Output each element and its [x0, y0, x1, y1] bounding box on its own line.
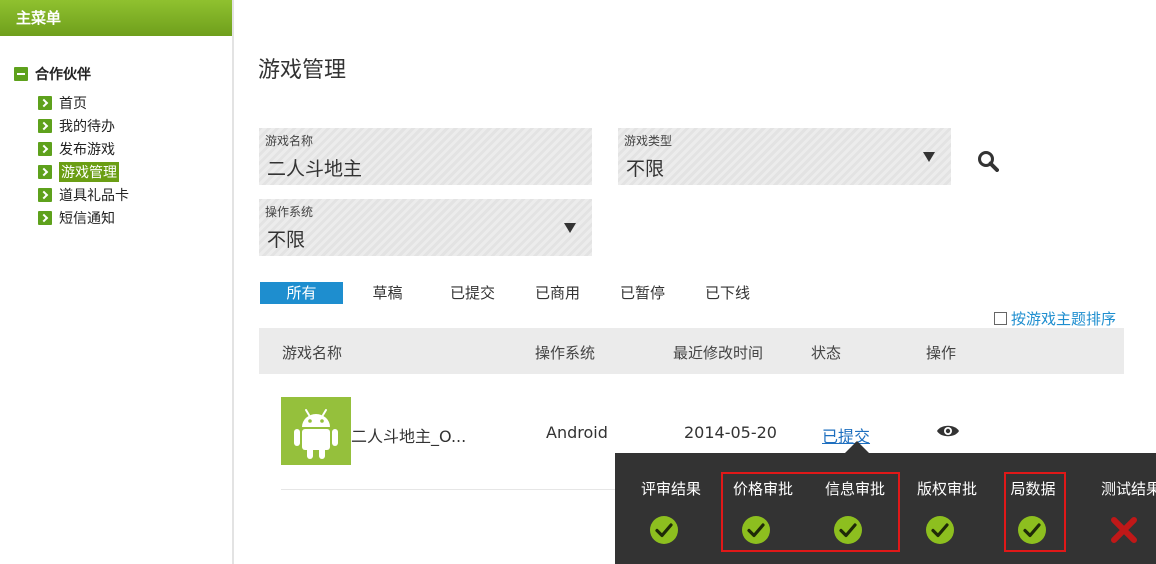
chevron-right-icon [38, 95, 52, 110]
chevron-right-icon [38, 118, 52, 133]
sidebar-item-label: 道具礼品卡 [59, 187, 129, 204]
sidebar-item-label: 我的待办 [59, 118, 115, 135]
os-cell: Android [546, 423, 608, 442]
sidebar-item-todo[interactable]: 我的待办 [38, 114, 129, 137]
field-value: 二人斗地主 [267, 158, 363, 180]
chevron-right-icon [38, 141, 52, 156]
highlight-box-data [1004, 472, 1066, 552]
check-icon [650, 516, 678, 544]
sidebar-item-sms[interactable]: 短信通知 [38, 206, 129, 229]
chevron-right-icon [38, 164, 52, 179]
review-status-popup: 评审结果 价格审批 信息审批 版权审批 局数据 测试结果 [615, 441, 1156, 564]
sidebar-group-partner[interactable]: 合作伙伴 [14, 64, 91, 84]
sidebar-item-gift-cards[interactable]: 道具礼品卡 [38, 183, 129, 206]
sidebar-item-label: 首页 [59, 95, 87, 112]
dropdown-arrow-icon [564, 223, 576, 233]
column-header-os: 操作系统 [535, 344, 596, 362]
search-icon[interactable] [977, 150, 999, 172]
chevron-right-icon [38, 187, 52, 202]
field-value: 不限 [267, 229, 306, 251]
tab-submitted[interactable]: 已提交 [430, 282, 515, 304]
column-header-actions: 操作 [926, 344, 957, 362]
dropdown-arrow-icon [923, 152, 935, 162]
tab-paused[interactable]: 已暂停 [600, 282, 685, 304]
sidebar-item-publish-game[interactable]: 发布游戏 [38, 137, 129, 160]
sort-label[interactable]: 按游戏主题排序 [1011, 308, 1116, 329]
sidebar-item-label: 游戏管理 [59, 161, 119, 182]
column-header-status: 状态 [811, 344, 842, 362]
eye-icon[interactable] [936, 423, 960, 439]
collapse-icon[interactable] [14, 67, 28, 81]
sort-by-theme-option[interactable]: 按游戏主题排序 [994, 308, 1116, 329]
chevron-right-icon [38, 210, 52, 225]
page-title: 游戏管理 [258, 58, 347, 83]
tab-commercial[interactable]: 已商用 [515, 282, 600, 304]
field-label: 游戏名称 [265, 134, 314, 148]
sidebar-nav: 首页 我的待办 发布游戏 游戏管理 道具礼品卡 短信通知 [38, 91, 129, 229]
sidebar-group-label: 合作伙伴 [35, 67, 91, 83]
field-label: 游戏类型 [624, 134, 673, 148]
tab-offline[interactable]: 已下线 [685, 282, 770, 304]
status-tabs: 所有 草稿 已提交 已商用 已暂停 已下线 [260, 282, 770, 304]
column-header-name: 游戏名称 [282, 344, 343, 362]
sort-checkbox[interactable] [994, 312, 1007, 325]
sidebar-item-game-management[interactable]: 游戏管理 [38, 160, 129, 183]
review-label-test: 测试结果 [1100, 480, 1156, 498]
field-label: 操作系统 [265, 205, 314, 219]
field-value: 不限 [626, 158, 665, 180]
table-header: 游戏名称 操作系统 最近修改时间 状态 操作 [259, 328, 1124, 374]
check-icon [926, 516, 954, 544]
highlight-box-price-info [721, 472, 900, 552]
tab-draft[interactable]: 草稿 [345, 282, 430, 304]
android-icon [281, 397, 351, 465]
sidebar-item-home[interactable]: 首页 [38, 91, 129, 114]
column-header-modified: 最近修改时间 [673, 344, 764, 362]
sidebar-item-label: 发布游戏 [59, 141, 115, 158]
tab-all[interactable]: 所有 [260, 282, 343, 304]
review-label-copyright: 版权审批 [916, 480, 977, 498]
sidebar-item-label: 短信通知 [59, 210, 115, 227]
os-select[interactable]: 操作系统 不限 [259, 199, 592, 256]
sidebar: 主菜单 合作伙伴 首页 我的待办 发布游戏 游戏管理 道具礼品卡 短信通知 [0, 0, 234, 564]
game-type-select[interactable]: 游戏类型 不限 [618, 128, 951, 185]
modified-cell: 2014-05-20 [684, 423, 777, 442]
cross-icon [1111, 517, 1137, 543]
game-name-input[interactable]: 游戏名称 二人斗地主 [259, 128, 592, 185]
game-name-cell: 二人斗地主_O... [351, 427, 467, 446]
review-label-overall: 评审结果 [640, 480, 701, 498]
sidebar-header: 主菜单 [0, 0, 232, 36]
